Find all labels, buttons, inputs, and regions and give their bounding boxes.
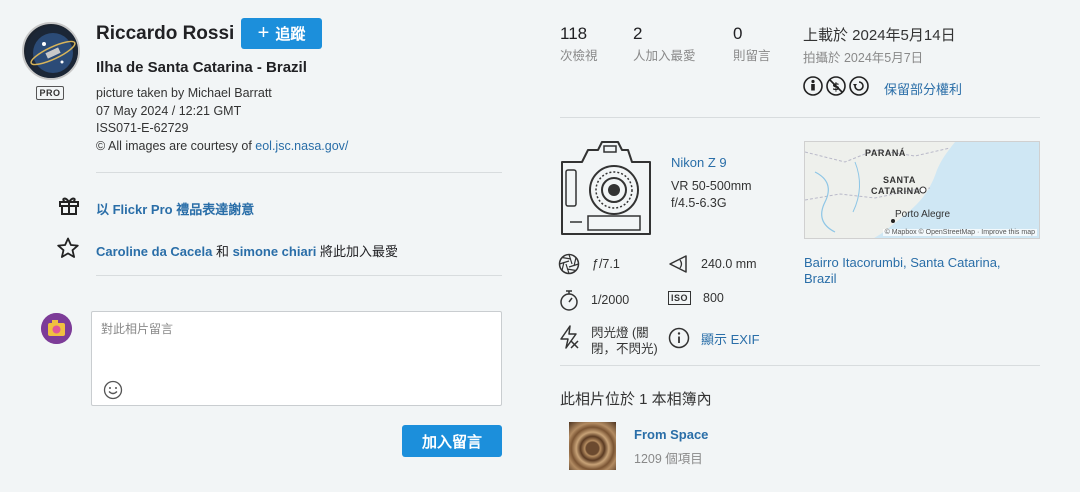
- photo-title: Ilha de Santa Catarina - Brazil: [96, 59, 307, 76]
- albums-heading: 此相片位於 1 本相簿內: [560, 391, 712, 408]
- fave-user-link[interactable]: Caroline da Cacela: [96, 244, 212, 259]
- lens-line: VR 50-500mm: [671, 179, 752, 193]
- iso-value: 800: [703, 291, 724, 305]
- show-exif-link[interactable]: 顯示 EXIF: [701, 329, 760, 348]
- comments-label: 則留言: [733, 49, 771, 63]
- focal-length-value: 240.0 mm: [701, 257, 757, 271]
- current-user-avatar[interactable]: [41, 313, 72, 344]
- iso-icon: ISO: [668, 291, 692, 305]
- exif-iso: ISO 800: [668, 291, 724, 305]
- album-count: 1209 個項目: [634, 452, 703, 466]
- star-icon: [56, 236, 80, 265]
- location-link[interactable]: Bairro Itacorumbi, Santa Catarina, Brazi…: [804, 255, 1024, 287]
- flash-line: 閉，不閃光): [591, 342, 658, 356]
- comment-input[interactable]: 對此相片留言: [91, 311, 502, 406]
- license-icons[interactable]: $: [803, 76, 869, 96]
- map-label-porto-alegre: Porto Alegre: [895, 209, 951, 220]
- faves-label: 人加入最愛: [633, 49, 696, 63]
- taken-date: 拍攝於 2024年5月7日: [803, 51, 924, 65]
- courtesy-line: © All images are courtesy of eol.jsc.nas…: [96, 138, 348, 156]
- flash-off-icon: [560, 325, 579, 349]
- exif-aperture: ƒ/7.1: [558, 253, 620, 275]
- comments-count: 0: [733, 24, 743, 43]
- photo-description: picture taken by Michael Barratt 07 May …: [96, 85, 348, 155]
- owner-name[interactable]: Riccardo Rossi: [96, 23, 234, 45]
- noncommercial-icon: $: [826, 76, 846, 96]
- owner-avatar[interactable]: [22, 22, 80, 80]
- map-label-santa: SANTA: [883, 175, 916, 185]
- fave-and-text: 和: [212, 244, 233, 259]
- divider: [560, 117, 1040, 118]
- courtesy-link[interactable]: eol.jsc.nasa.gov/: [255, 139, 348, 153]
- fave-suffix-text: 將此加入最愛: [316, 244, 398, 259]
- pro-badge: PRO: [36, 86, 64, 100]
- courtesy-text: © All images are courtesy of: [96, 138, 256, 153]
- faves-count: 2: [633, 24, 643, 43]
- info-icon: [668, 327, 690, 349]
- map-label-catarina: CATARINA: [871, 186, 921, 196]
- views-stat: 118 次檢視: [560, 24, 598, 64]
- lens-line: f/4.5-6.3G: [671, 196, 727, 210]
- faves-line: Caroline da Cacela 和 simone chiari 將此加入最…: [96, 241, 398, 260]
- license-link[interactable]: 保留部分權利: [884, 79, 962, 98]
- album-thumbnail[interactable]: [569, 422, 616, 470]
- description-line: 07 May 2024 / 12:21 GMT: [96, 103, 242, 118]
- stopwatch-icon: [560, 290, 578, 311]
- description-line: ISS071-E-62729: [96, 121, 189, 135]
- share-alike-icon: [849, 76, 869, 96]
- views-label: 次檢視: [560, 49, 598, 63]
- focal-length-icon: [669, 255, 687, 273]
- add-comment-button[interactable]: 加入留言: [402, 425, 502, 457]
- aperture-icon: [558, 253, 580, 275]
- exif-focal-length: 240.0 mm: [668, 253, 757, 275]
- plus-icon: +: [257, 21, 270, 44]
- follow-button[interactable]: + 追蹤: [241, 18, 322, 49]
- map-label-parana: PARANÁ: [865, 148, 906, 158]
- faves-stat: 2 人加入最愛: [633, 24, 696, 64]
- flash-line: 閃光燈 (關: [591, 326, 649, 340]
- follow-label: 追蹤: [275, 26, 306, 43]
- camera-model-link[interactable]: Nikon Z 9: [671, 155, 727, 170]
- cc-by-icon: [803, 76, 823, 96]
- views-count: 118: [560, 24, 588, 43]
- description-line: picture taken by Michael Barratt: [96, 86, 272, 100]
- exif-shutter: 1/2000: [558, 289, 629, 311]
- comments-stat: 0 則留言: [733, 24, 771, 64]
- flash-text: 閃光燈 (關 閉，不閃光): [591, 325, 658, 357]
- aperture-value: ƒ/7.1: [592, 257, 620, 271]
- camera-icon: [558, 140, 654, 243]
- gift-icon: [57, 193, 81, 222]
- comment-placeholder: 對此相片留言: [101, 322, 174, 336]
- upload-date: 上載於 2024年5月14日: [803, 27, 956, 44]
- map-attribution[interactable]: © Mapbox © OpenStreetMap · Improve this …: [882, 229, 1037, 236]
- lens-info: VR 50-500mm f/4.5-6.3G: [671, 178, 752, 212]
- album-title-link[interactable]: From Space: [634, 427, 708, 442]
- location-map[interactable]: PARANÁ SANTA CATARINA Porto Alegre © Map…: [804, 141, 1040, 239]
- show-exif[interactable]: 顯示 EXIF: [668, 327, 760, 349]
- divider: [96, 275, 502, 276]
- exif-flash: 閃光燈 (關 閉，不閃光): [558, 325, 658, 357]
- emoji-icon[interactable]: [103, 380, 123, 400]
- divider: [96, 172, 502, 173]
- fave-user-link[interactable]: simone chiari: [233, 244, 317, 259]
- gift-pro-link[interactable]: 以 Flickr Pro 禮品表達謝意: [96, 199, 254, 218]
- shutter-value: 1/2000: [591, 293, 630, 307]
- divider: [560, 365, 1040, 366]
